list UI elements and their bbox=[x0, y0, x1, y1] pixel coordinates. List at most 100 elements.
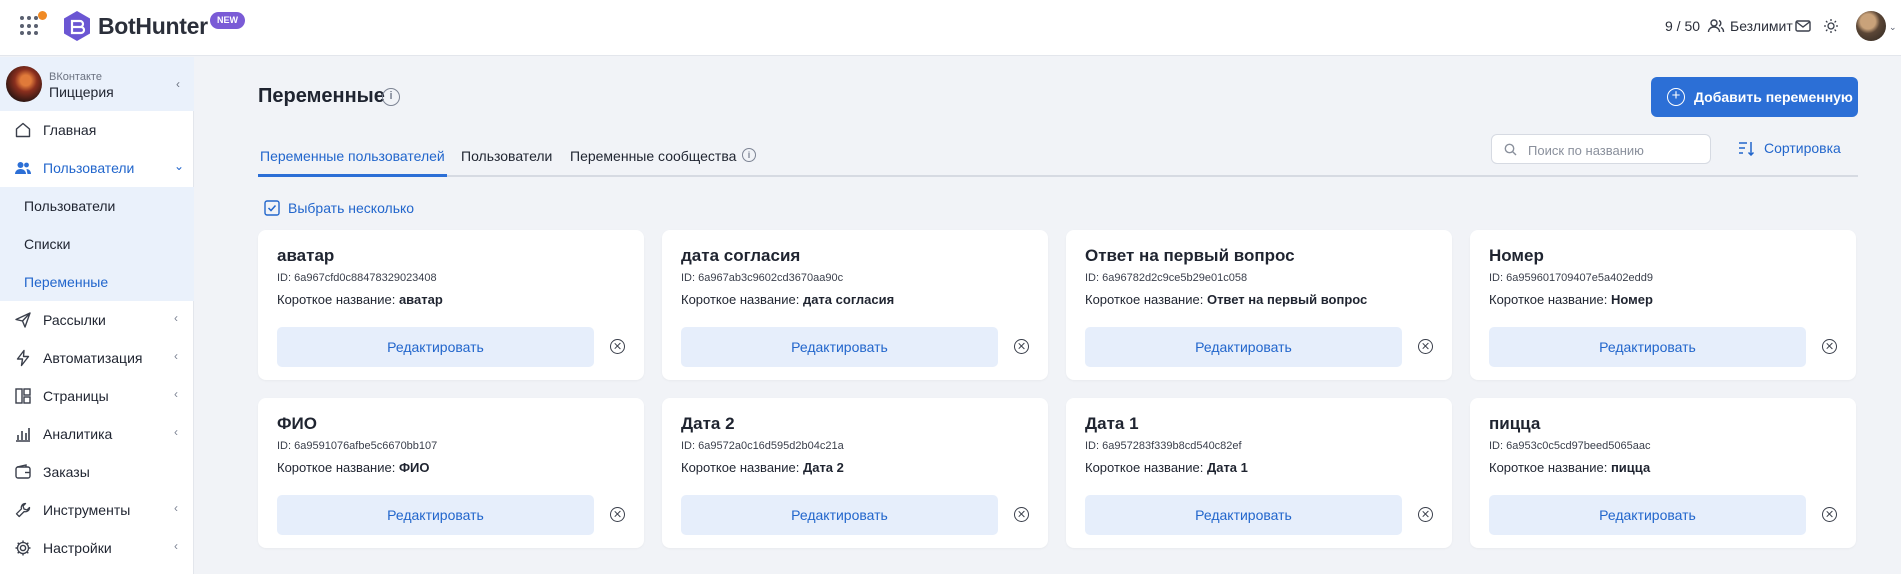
variable-id: ID: 6a967cfd0c88478329023408 bbox=[277, 272, 437, 284]
sort-label: Сортировка bbox=[1764, 140, 1841, 156]
variable-id: ID: 6a957283f339b8cd540c82ef bbox=[1085, 440, 1242, 452]
sidebar-item-pages[interactable]: Страницы ‹ bbox=[0, 377, 194, 415]
variable-short-name: Короткое название: Дата 2 bbox=[681, 460, 844, 475]
edit-button[interactable]: Редактировать bbox=[1085, 495, 1402, 535]
edit-button[interactable]: Редактировать bbox=[681, 495, 998, 535]
sidebar-item-label: Автоматизация bbox=[43, 350, 143, 366]
sidebar-item-label: Настройки bbox=[43, 540, 112, 556]
users-icon bbox=[1707, 19, 1725, 33]
add-variable-label: Добавить переменную bbox=[1694, 89, 1853, 105]
sidebar-item-label: Страницы bbox=[43, 388, 109, 404]
sidebar-item-label: Пользователи bbox=[43, 160, 135, 176]
variable-id: ID: 6a9591076afbe5c6670bb107 bbox=[277, 440, 438, 452]
variable-name: аватар bbox=[277, 246, 335, 265]
sidebar-item-analytics[interactable]: Аналитика ‹ bbox=[0, 415, 194, 453]
gear-icon bbox=[15, 540, 31, 556]
delete-circle-icon[interactable] bbox=[1418, 507, 1433, 522]
sidebar-item-settings[interactable]: Настройки ‹ bbox=[0, 529, 194, 567]
variable-card: Ответ на первый вопрос ID: 6a96782d2c9ce5… bbox=[1066, 230, 1452, 380]
add-variable-button[interactable]: + Добавить переменную bbox=[1651, 77, 1858, 117]
variable-id: ID: 6a953c0c5cd97beed5065aac bbox=[1489, 440, 1651, 452]
delete-circle-icon[interactable] bbox=[1014, 507, 1029, 522]
chart-icon bbox=[16, 428, 30, 442]
chevron-down-icon[interactable]: ⌄ bbox=[1889, 22, 1897, 33]
delete-circle-icon[interactable] bbox=[610, 339, 625, 354]
delete-circle-icon[interactable] bbox=[1014, 339, 1029, 354]
tab-community-variables[interactable]: Переменные сообщества bbox=[570, 148, 736, 164]
sidebar-item-label: Главная bbox=[43, 122, 97, 138]
chevron-left-icon[interactable]: ‹ bbox=[176, 77, 180, 91]
send-icon bbox=[15, 312, 31, 328]
variable-id: ID: 6a967ab3c9602cd3670aa90c bbox=[681, 272, 844, 284]
pages-icon bbox=[15, 388, 31, 404]
user-avatar[interactable] bbox=[1856, 11, 1886, 41]
variable-short-name: Короткое название: Дата 1 bbox=[1085, 460, 1248, 475]
edit-button[interactable]: Редактировать bbox=[277, 495, 594, 535]
new-badge: NEW bbox=[210, 12, 245, 29]
tab-user-variables[interactable]: Переменные пользователей bbox=[260, 148, 445, 164]
variable-name: Номер bbox=[1489, 246, 1544, 265]
project-avatar bbox=[6, 66, 42, 102]
delete-circle-icon[interactable] bbox=[1822, 339, 1837, 354]
chevron-left-icon: ‹ bbox=[174, 425, 178, 439]
submenu-item-variables[interactable]: Переменные bbox=[24, 274, 108, 290]
sidebar-item-mailings[interactable]: Рассылки ‹ bbox=[0, 301, 194, 339]
chevron-left-icon: ‹ bbox=[174, 349, 178, 363]
bothunter-logo-icon[interactable] bbox=[62, 10, 92, 42]
edit-button[interactable]: Редактировать bbox=[277, 327, 594, 367]
sidebar-item-users[interactable]: Пользователи ⌄ bbox=[0, 149, 194, 187]
page-title: Переменные bbox=[258, 85, 385, 107]
active-tab-indicator bbox=[258, 174, 447, 177]
sidebar-item-automation[interactable]: Автоматизация ‹ bbox=[0, 339, 194, 377]
variable-name: Дата 1 bbox=[1085, 414, 1139, 433]
delete-circle-icon[interactable] bbox=[610, 507, 625, 522]
variable-card: аватар ID: 6a967cfd0c88478329023408 Коротк… bbox=[258, 230, 644, 380]
variable-short-name: Короткое название: Номер bbox=[1489, 292, 1653, 307]
edit-button[interactable]: Редактировать bbox=[1085, 327, 1402, 367]
submenu-item-lists[interactable]: Списки bbox=[24, 236, 70, 252]
chevron-left-icon: ‹ bbox=[174, 311, 178, 325]
info-icon[interactable]: i bbox=[742, 148, 756, 162]
variable-card: Дата 2 ID: 6a9572a0c16d595d2b04c21a Коротк… bbox=[662, 398, 1048, 548]
plan-label[interactable]: Безлимит bbox=[1730, 18, 1793, 34]
chevron-left-icon: ‹ bbox=[174, 501, 178, 515]
checkbox-icon bbox=[264, 200, 280, 216]
tab-users[interactable]: Пользователи bbox=[461, 148, 552, 164]
search-input[interactable] bbox=[1528, 140, 1703, 160]
brand-name[interactable]: BotHunter bbox=[98, 13, 208, 40]
submenu-item-users[interactable]: Пользователи bbox=[24, 198, 115, 214]
delete-circle-icon[interactable] bbox=[1822, 507, 1837, 522]
users-icon bbox=[15, 162, 31, 174]
search-field[interactable] bbox=[1491, 134, 1711, 164]
info-icon[interactable]: i bbox=[382, 88, 400, 106]
edit-button[interactable]: Редактировать bbox=[1489, 495, 1806, 535]
sidebar: ВКонтакте Пиццерия ‹ Главная Пользовател… bbox=[0, 57, 194, 574]
sidebar-item-label: Аналитика bbox=[43, 426, 113, 442]
edit-button[interactable]: Редактировать bbox=[1489, 327, 1806, 367]
tabs-divider bbox=[258, 175, 1858, 177]
variable-id: ID: 6a96782d2c9ce5b29e01c058 bbox=[1085, 272, 1248, 284]
wallet-icon bbox=[15, 464, 31, 479]
sidebar-item-tools[interactable]: Инструменты ‹ bbox=[0, 491, 194, 529]
mail-icon[interactable] bbox=[1795, 19, 1811, 33]
project-name: Пиццерия bbox=[49, 84, 114, 100]
variable-card: ФИО ID: 6a9591076afbe5c6670bb107 Короткое … bbox=[258, 398, 644, 548]
variable-name: пицца bbox=[1489, 414, 1541, 433]
variable-card: пицца ID: 6a953c0c5cd97beed5065aac Коротко… bbox=[1470, 398, 1856, 548]
variable-card: дата согласия ID: 6a967ab3c9602cd3670aa90… bbox=[662, 230, 1048, 380]
apps-grid-icon[interactable] bbox=[20, 16, 40, 36]
select-multiple-label: Выбрать несколько bbox=[288, 200, 415, 216]
sidebar-item-home[interactable]: Главная bbox=[0, 111, 194, 149]
theme-toggle-icon[interactable] bbox=[1823, 18, 1839, 34]
delete-circle-icon[interactable] bbox=[1418, 339, 1433, 354]
notification-dot bbox=[38, 11, 47, 20]
sidebar-item-label: Рассылки bbox=[43, 312, 106, 328]
home-icon bbox=[15, 122, 31, 138]
edit-button[interactable]: Редактировать bbox=[681, 327, 998, 367]
project-switcher[interactable]: ВКонтакте Пиццерия ‹ bbox=[0, 57, 194, 111]
variable-name: дата согласия bbox=[681, 246, 801, 265]
wrench-icon bbox=[15, 502, 31, 518]
sidebar-item-orders[interactable]: Заказы bbox=[0, 453, 194, 491]
variable-card: Дата 1 ID: 6a957283f339b8cd540c82ef Коротк… bbox=[1066, 398, 1452, 548]
lightning-icon bbox=[16, 349, 30, 367]
